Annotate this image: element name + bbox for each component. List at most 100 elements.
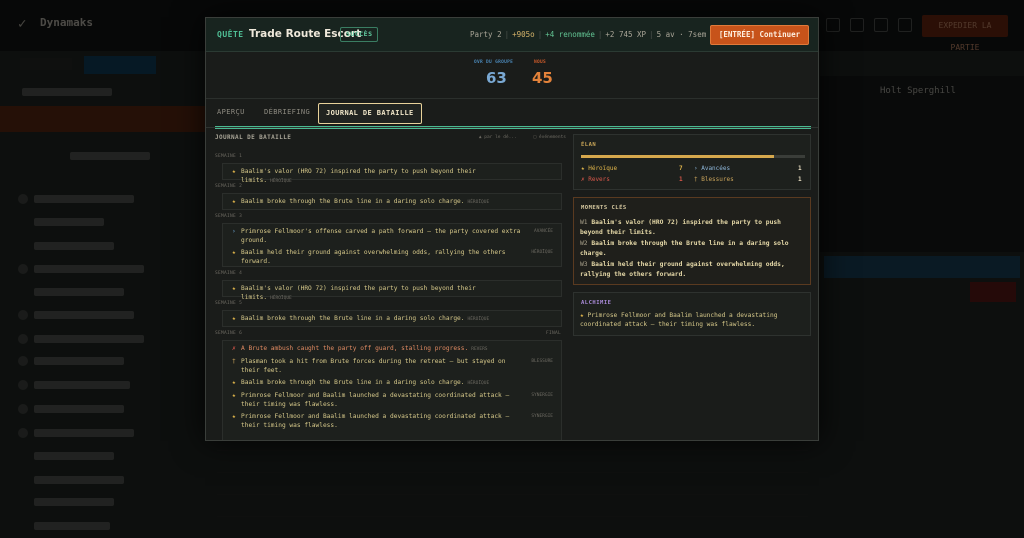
elan-title: ÉLAN xyxy=(581,142,597,148)
heroic-value: 7 xyxy=(679,165,683,172)
turn-label: SEMAINE 3 xyxy=(215,214,243,219)
journal-tools: ▲ par le dé... □ événements xyxy=(465,135,566,140)
moment-text: Baalim's valor (HRO 72) inspired the par… xyxy=(580,219,781,236)
journal-event: ✗ A Brute ambush caught the party off gua… xyxy=(223,344,561,354)
event-tag: HÉROÏQUE xyxy=(467,317,490,322)
journal-tool-1[interactable]: ▲ par le dé... xyxy=(479,135,517,140)
elan-bar-fill xyxy=(581,155,774,158)
event-tag: REVERS xyxy=(471,347,488,352)
app-logo-icon: ✓ xyxy=(18,16,27,32)
elan-panel: ÉLAN ★ Héroïque 7 › Avancées 1 ✗ Revers … xyxy=(573,134,811,190)
group-score-label: OVR DU GROUPE xyxy=(474,60,514,65)
star-icon: ★ xyxy=(232,315,236,322)
renown-reward: +4 renommée xyxy=(545,30,595,39)
event-tag: HÉROÏQUE xyxy=(270,179,292,184)
tab-debriefing[interactable]: DÉBRIEFING xyxy=(264,108,310,116)
turn-box: ★ Baalim's valor (HRO 72) inspired the pa… xyxy=(222,163,562,184)
turn-label: SEMAINE 2 xyxy=(215,184,243,189)
enemy-score-label: NOUS xyxy=(534,60,547,65)
turn-label: SEMAINE 4 xyxy=(215,271,243,276)
event-tag: SYNERGIE xyxy=(531,393,553,398)
battle-journal: JOURNAL DE BATAILLE ▲ par le dé... □ évé… xyxy=(214,134,566,440)
event-text: A Brute ambush caught the party off guar… xyxy=(241,345,469,352)
elan-bar xyxy=(581,155,805,158)
turn-final-label: FINAL xyxy=(546,331,562,336)
bg-brand: Dynamaks xyxy=(40,16,93,29)
event-text: Primrose Fellmoor and Baalim launched a … xyxy=(241,413,510,429)
alchemy-text-body: Primrose Fellmoor and Baalim launched a … xyxy=(580,312,778,328)
star-icon: ★ xyxy=(580,312,584,319)
journal-event: ★ Baalim's valor (HRO 72) inspired the pa… xyxy=(223,167,561,186)
turn-box: › Primrose Fellmoor's offense carved a pa… xyxy=(222,223,562,267)
modal-header: QUÊTE Trade Route Escort SUCCÈS Party 2 |… xyxy=(206,18,818,52)
xp-reward: +2 745 XP xyxy=(605,30,647,39)
bg-tabs xyxy=(0,52,205,76)
turn-box: ★ Baalim broke through the Brute line in … xyxy=(222,193,562,210)
elan-stat-heroic: ★ Héroïque 7 xyxy=(581,165,687,172)
key-moment: W2 Baalim broke through the Brute line i… xyxy=(580,239,806,258)
bg-profile-name: Holt Sperghill xyxy=(880,86,956,96)
bg-toolbar xyxy=(826,18,912,32)
event-text: Baalim broke through the Brute line in a… xyxy=(241,315,465,322)
turn-box: ★ Baalim's valor (HRO 72) inspired the pa… xyxy=(222,280,562,301)
setbacks-value: 1 xyxy=(679,176,683,183)
bg-right-panel: Holt Sperghill xyxy=(820,52,1024,538)
dagger-icon: † xyxy=(232,358,236,365)
star-icon: ★ xyxy=(232,249,236,256)
event-tag: HÉROÏQUE xyxy=(467,381,490,386)
turn-label: SEMAINE 6 xyxy=(215,331,243,336)
star-icon: ★ xyxy=(232,285,236,292)
star-icon: ★ xyxy=(232,168,236,175)
continue-button[interactable]: [ENTRÉE] Continuer xyxy=(710,25,809,45)
gold-reward: +905o xyxy=(512,30,535,39)
event-tag: SYNERGIE xyxy=(531,414,553,419)
enemy-score-value: 45 xyxy=(532,69,553,87)
arrow-icon: › xyxy=(232,228,236,235)
star-icon: ★ xyxy=(232,198,236,205)
event-tag: HÉROÏQUE xyxy=(467,200,490,205)
journal-event: ★ Baalim's valor (HRO 72) inspired the pa… xyxy=(223,284,561,303)
event-tag: HÉROÏQUE xyxy=(270,296,292,301)
bg-sidebar xyxy=(0,78,205,538)
moment-week: W2 xyxy=(580,240,588,247)
injuries-label: † Blessures xyxy=(694,176,734,183)
event-text: Primrose Fellmoor and Baalim launched a … xyxy=(241,392,510,408)
journal-title: JOURNAL DE BATAILLE xyxy=(215,134,292,141)
key-moments-title: MOMENTS CLÉS xyxy=(581,205,627,211)
event-text: Primrose Fellmoor's offense carved a pat… xyxy=(241,228,521,244)
event-tag: AVANCÉE xyxy=(534,229,553,234)
star-icon: ★ xyxy=(232,392,236,399)
moment-text: Baalim broke through the Brute line in a… xyxy=(580,240,789,257)
bg-table xyxy=(205,442,820,538)
turn-box: ✗ A Brute ambush caught the party off gua… xyxy=(222,340,562,440)
setbacks-label: ✗ Revers xyxy=(581,176,610,183)
key-moments-panel: MOMENTS CLÉS W1 Baalim's valor (HRO 72) … xyxy=(573,197,811,285)
journal-event: › Primrose Fellmoor's offense carved a pa… xyxy=(223,227,561,245)
advances-label: › Avancées xyxy=(694,165,731,172)
quest-stats: Party 2 | +905o | +4 renommée | +2 745 XP | 5 av… xyxy=(470,30,707,39)
turn-label: SEMAINE 1 xyxy=(215,154,243,159)
alchemy-text: ★ Primrose Fellmoor and Baalim launched … xyxy=(580,311,806,329)
key-moment: W3 Baalim held their ground against over… xyxy=(580,260,806,279)
journal-event: † Plasman took a hit from Brute forces du… xyxy=(223,357,561,375)
injuries-value: 1 xyxy=(798,176,802,183)
quest-label: QUÊTE xyxy=(217,30,244,39)
journal-tool-2[interactable]: □ événements xyxy=(533,135,566,140)
quest-result-modal: QUÊTE Trade Route Escort SUCCÈS Party 2 |… xyxy=(205,17,819,441)
elan-stat-setbacks: ✗ Revers 1 xyxy=(581,176,687,183)
key-moment: W1 Baalim's valor (HRO 72) inspired the … xyxy=(580,218,806,237)
journal-event: ★ Baalim broke through the Brute line in … xyxy=(223,314,561,324)
score-area: OVR DU GROUPE 63 NOUS 45 xyxy=(206,53,818,129)
moment-week: W3 xyxy=(580,261,588,268)
journal-event: ★ Baalim held their ground against overwh… xyxy=(223,248,561,266)
tab-apercu[interactable]: APERÇU xyxy=(217,108,245,116)
alchemy-title: ALCHIMIE xyxy=(581,300,612,306)
time-label: 5 av · 7sem xyxy=(656,30,707,39)
heroic-label: ★ Héroïque xyxy=(581,165,618,172)
turn-box: ★ Baalim broke through the Brute line in … xyxy=(222,310,562,327)
event-text: Baalim broke through the Brute line in a… xyxy=(241,198,465,205)
journal-event: ★ Primrose Fellmoor and Baalim launched a… xyxy=(223,412,561,430)
journal-event: ★ Baalim broke through the Brute line in … xyxy=(223,378,561,388)
tab-journal-de-bataille[interactable]: JOURNAL DE BATAILLE xyxy=(318,103,422,124)
event-text: Plasman took a hit from Brute forces dur… xyxy=(241,358,506,374)
